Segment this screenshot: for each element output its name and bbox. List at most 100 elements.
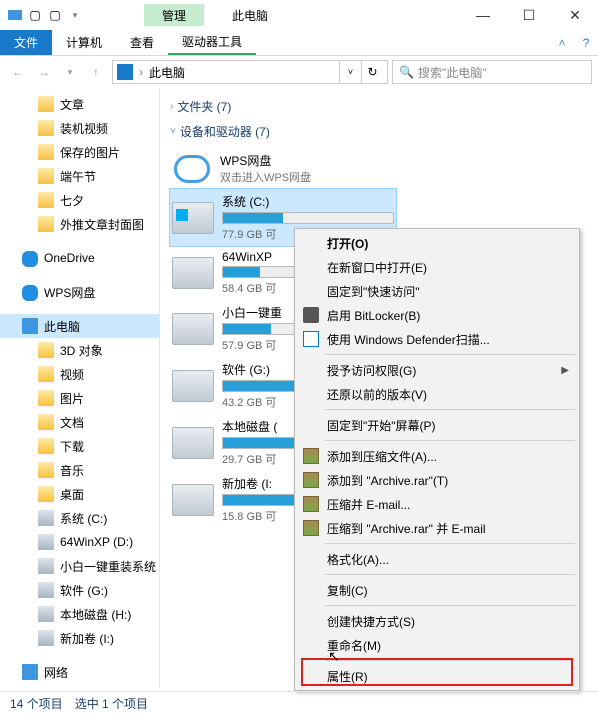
drive-ico-icon	[38, 534, 54, 550]
tree-item[interactable]: 桌面	[0, 482, 159, 506]
window-title: 此电脑	[232, 7, 268, 24]
nav-up-button[interactable]: ↑	[84, 60, 108, 84]
tree-item[interactable]: 此电脑	[0, 314, 159, 338]
maximize-button[interactable]: ☐	[506, 1, 552, 29]
drive-icon	[172, 427, 214, 459]
tab-view[interactable]: 查看	[116, 30, 168, 55]
help-icon[interactable]: ?	[574, 30, 598, 55]
ctx-copy[interactable]: 复制(C)	[297, 578, 577, 602]
winrar-icon	[303, 448, 319, 464]
ctx-rename[interactable]: 重命名(M)	[297, 633, 577, 657]
app-icon	[6, 6, 24, 24]
titlebar: ▢ ▢ ▾ 管理 此电脑 — ☐ ✕	[0, 0, 598, 30]
drive-ico-icon	[38, 510, 54, 526]
tree-item[interactable]: 下载	[0, 434, 159, 458]
tree-item[interactable]: 软件 (G:)	[0, 578, 159, 602]
drive-icon	[172, 484, 214, 516]
ctx-bitlocker[interactable]: 启用 BitLocker(B)	[297, 303, 577, 327]
tree-item[interactable]: 保存的图片	[0, 140, 159, 164]
tab-drive-tools[interactable]: 驱动器工具	[168, 30, 256, 55]
ctx-add-rar[interactable]: 添加到 "Archive.rar"(T)	[297, 468, 577, 492]
nav-forward-button[interactable]: →	[32, 60, 56, 84]
folder-ico-icon	[38, 96, 54, 112]
drive-ico-icon	[38, 606, 54, 622]
pc-ico-icon	[22, 664, 38, 680]
breadcrumb[interactable]: › 此电脑 ˅ ↻	[112, 60, 388, 84]
search-input[interactable]: 🔍 搜索"此电脑"	[392, 60, 592, 84]
ctx-rar-email[interactable]: 压缩到 "Archive.rar" 并 E-mail	[297, 516, 577, 540]
cloud-ico-icon	[22, 285, 38, 301]
folder-ico-icon	[38, 390, 54, 406]
folder-ico-icon	[38, 366, 54, 382]
folder-ico-icon	[38, 486, 54, 502]
tree-item[interactable]: 3D 对象	[0, 338, 159, 362]
ribbon-tabs: 文件 计算机 查看 驱动器工具 ˄ ?	[0, 30, 598, 56]
tab-file[interactable]: 文件	[0, 30, 52, 55]
tree-item[interactable]: 端午节	[0, 164, 159, 188]
cloud-ico-icon	[22, 251, 38, 267]
ctx-add-archive[interactable]: 添加到压缩文件(A)...	[297, 444, 577, 468]
drive-ico-icon	[38, 582, 54, 598]
nav-recent-icon[interactable]: ▾	[58, 60, 82, 84]
drive-icon	[172, 202, 214, 234]
status-bar: 14 个项目 选中 1 个项目	[0, 691, 598, 715]
qat-item[interactable]: ▢	[26, 6, 44, 24]
tree-item[interactable]: 外推文章封面图	[0, 212, 159, 236]
drive-usage-bar	[222, 212, 394, 224]
folder-ico-icon	[38, 462, 54, 478]
address-dropdown-icon[interactable]: ˅	[339, 61, 361, 83]
wps-drive[interactable]: WPS网盘 双击进入WPS网盘	[170, 148, 594, 189]
ctx-zip-email[interactable]: 压缩并 E-mail...	[297, 492, 577, 516]
drive-icon	[172, 257, 214, 289]
tree-item[interactable]: OneDrive	[0, 246, 159, 270]
tree-item[interactable]: 系统 (C:)	[0, 506, 159, 530]
ctx-pin-start[interactable]: 固定到"开始"屏幕(P)	[297, 413, 577, 437]
wps-sub: 双击进入WPS网盘	[220, 169, 311, 185]
tab-computer[interactable]: 计算机	[52, 30, 116, 55]
tree-item[interactable]: 小白一键重装系统	[0, 554, 159, 578]
ribbon-collapse-icon[interactable]: ˄	[550, 30, 574, 55]
tree-item[interactable]: 装机视频	[0, 116, 159, 140]
quick-access-toolbar: ▢ ▢ ▾	[0, 6, 84, 24]
group-folders-header[interactable]: ›文件夹 (7)	[170, 98, 594, 115]
winrar-icon	[303, 496, 319, 512]
folder-ico-icon	[38, 168, 54, 184]
ctx-create-shortcut[interactable]: 创建快捷方式(S)	[297, 609, 577, 633]
tree-item[interactable]: 音乐	[0, 458, 159, 482]
ctx-defender-scan[interactable]: 使用 Windows Defender扫描...	[297, 327, 577, 351]
tree-item[interactable]: 文章	[0, 92, 159, 116]
close-button[interactable]: ✕	[552, 1, 598, 29]
minimize-button[interactable]: —	[460, 1, 506, 29]
folder-ico-icon	[38, 144, 54, 160]
status-count: 14 个项目	[10, 695, 63, 712]
tree-item[interactable]: 图片	[0, 386, 159, 410]
drive-icon	[172, 370, 214, 402]
tree-item[interactable]: 新加卷 (I:)	[0, 626, 159, 650]
breadcrumb-item[interactable]: 此电脑	[149, 64, 185, 81]
address-bar-row: ← → ▾ ↑ › 此电脑 ˅ ↻ 🔍 搜索"此电脑"	[0, 56, 598, 88]
tree-item[interactable]: 本地磁盘 (H:)	[0, 602, 159, 626]
ctx-pin-quick-access[interactable]: 固定到"快速访问"	[297, 279, 577, 303]
tree-item[interactable]: 文档	[0, 410, 159, 434]
refresh-button[interactable]: ↻	[361, 61, 383, 83]
nav-back-button[interactable]: ←	[6, 60, 30, 84]
tree-item[interactable]: 七夕	[0, 188, 159, 212]
tree-item[interactable]: 视频	[0, 362, 159, 386]
tree-item[interactable]: WPS网盘	[0, 280, 159, 304]
ctx-properties[interactable]: 属性(R)	[297, 664, 577, 688]
group-devices-header[interactable]: ˅设备和驱动器 (7)	[170, 123, 594, 140]
qat-item[interactable]: ▢	[46, 6, 64, 24]
folder-ico-icon	[38, 414, 54, 430]
tree-item[interactable]: 网络	[0, 660, 159, 684]
defender-icon	[303, 331, 319, 347]
drive-ico-icon	[38, 630, 54, 646]
cloud-icon	[174, 155, 210, 183]
ctx-open-new-window[interactable]: 在新窗口中打开(E)	[297, 255, 577, 279]
ctx-grant-access[interactable]: 授予访问权限(G)▶	[297, 358, 577, 382]
drive-icon	[172, 313, 214, 345]
tree-item[interactable]: 64WinXP (D:)	[0, 530, 159, 554]
ctx-open[interactable]: 打开(O)	[297, 231, 577, 255]
ctx-restore-versions[interactable]: 还原以前的版本(V)	[297, 382, 577, 406]
qat-dropdown-icon[interactable]: ▾	[66, 6, 84, 24]
ctx-format[interactable]: 格式化(A)...	[297, 547, 577, 571]
